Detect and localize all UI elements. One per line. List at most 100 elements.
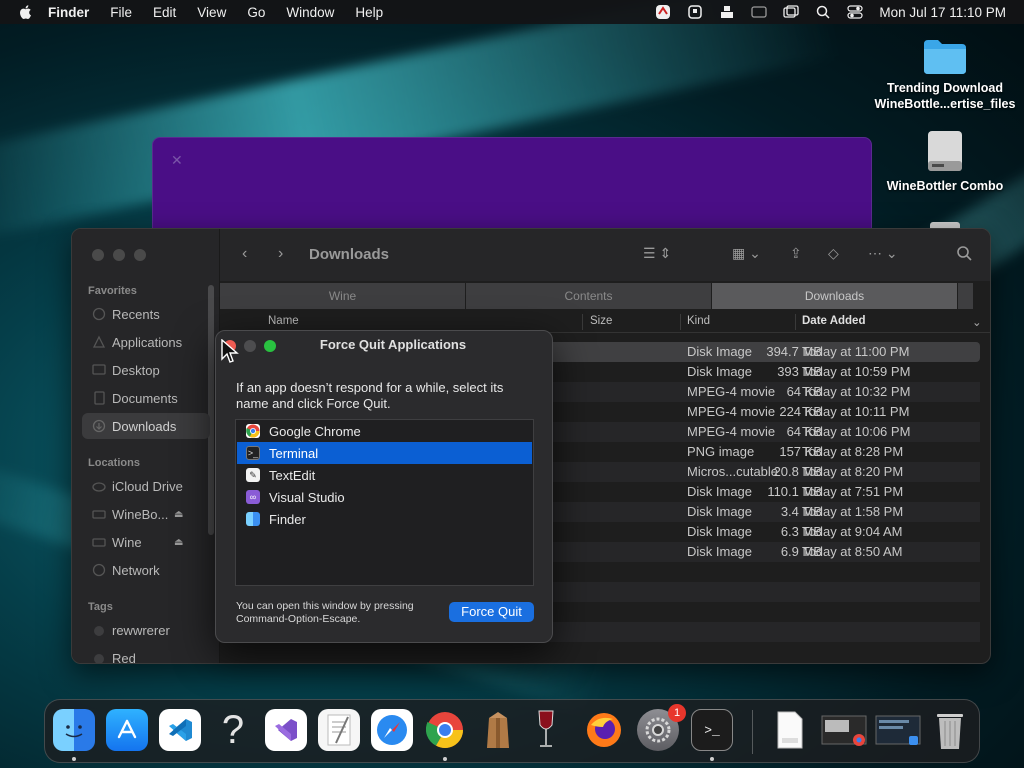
sidebar-item-icloud[interactable]: iCloud Drive (112, 479, 183, 494)
list-view-icon[interactable]: ☰ ⇕ (643, 245, 671, 262)
desktop-item-folder[interactable]: Trending Download WineBottle...ertise_fi… (870, 36, 1020, 112)
unknown-app-icon[interactable]: ? (212, 708, 254, 752)
visual-studio-icon[interactable] (265, 709, 307, 751)
control-center-icon[interactable] (847, 5, 864, 19)
eject-icon[interactable]: ⏏ (174, 509, 183, 520)
sidebar-item-applications[interactable]: Applications (112, 335, 182, 350)
display-icon[interactable] (687, 5, 703, 19)
app-list[interactable]: Google Chrome >_ Terminal ✎ TextEdit ∞ V… (235, 419, 534, 586)
menu-clock[interactable]: Mon Jul 17 11:10 PM (879, 5, 1006, 20)
column-divider[interactable] (795, 314, 796, 330)
path-bar: Wine Contents Downloads (220, 283, 974, 309)
sidebar-item-documents[interactable]: Documents (112, 391, 178, 406)
apple-menu-icon[interactable] (18, 4, 34, 20)
app-store-icon[interactable] (106, 709, 148, 751)
textedit-icon[interactable] (318, 709, 360, 751)
file-kind: MPEG-4 movie (687, 404, 776, 419)
dock-separator (752, 710, 753, 754)
chrome-icon[interactable] (424, 709, 466, 751)
app-name: Finder (269, 511, 306, 527)
path-segment[interactable]: Downloads (712, 283, 958, 309)
file-kind: Disk Image (687, 504, 753, 519)
wine-icon[interactable] (525, 709, 567, 751)
column-date-added[interactable]: Date Added (802, 315, 865, 327)
sidebar-item-tag-red[interactable]: Red (112, 651, 136, 663)
column-size[interactable]: Size (590, 315, 612, 327)
sidebar-item-network[interactable]: Network (112, 563, 160, 578)
list-item-visual-studio[interactable]: ∞ Visual Studio (237, 486, 532, 508)
list-item-textedit[interactable]: ✎ TextEdit (237, 464, 532, 486)
vscode-icon[interactable] (159, 709, 201, 751)
group-icon[interactable]: ▦ ⌄ (732, 245, 761, 262)
sidebar-item-tag[interactable]: rewwrerer (112, 623, 170, 638)
back-icon[interactable]: ‹ (242, 245, 247, 263)
sidebar-item-downloads[interactable]: Downloads (112, 419, 176, 434)
more-actions-icon[interactable]: ⋯ ⌄ (868, 245, 898, 262)
column-divider[interactable] (680, 314, 681, 330)
column-kind[interactable]: Kind (687, 315, 710, 327)
finder-icon (246, 512, 260, 526)
file-date: Today at 10:32 PM (802, 384, 911, 399)
menu-finder[interactable]: Finder (48, 5, 89, 20)
tag-icon[interactable]: ◇ (828, 245, 839, 262)
drive-icon (92, 535, 106, 549)
menu-window[interactable]: Window (286, 5, 334, 20)
share-icon[interactable] (719, 5, 735, 19)
file-kind: PNG image (687, 444, 755, 459)
downloads-icon (92, 419, 106, 433)
list-item-google-chrome[interactable]: Google Chrome (237, 420, 532, 442)
close-button[interactable] (92, 249, 104, 261)
menu-view[interactable]: View (197, 5, 226, 20)
app-status-icon[interactable] (655, 5, 671, 19)
path-add[interactable] (958, 283, 974, 309)
applications-icon (92, 335, 106, 349)
finder-icon[interactable] (53, 709, 95, 751)
sidebar-item-recents[interactable]: Recents (112, 307, 160, 322)
file-date: Today at 10:59 PM (802, 364, 911, 379)
column-divider[interactable] (582, 314, 583, 330)
search-icon[interactable] (956, 245, 972, 266)
share-icon[interactable]: ⇪ (790, 245, 802, 262)
firefox-icon[interactable] (583, 709, 625, 751)
safari-icon[interactable] (371, 709, 413, 751)
menu-edit[interactable]: Edit (153, 5, 176, 20)
path-segment[interactable]: Contents (466, 283, 712, 309)
archive-utility-icon[interactable] (477, 709, 519, 751)
file-kind: Disk Image (687, 544, 753, 559)
purple-window[interactable]: ✕ (152, 137, 872, 237)
list-item-finder[interactable]: Finder (237, 508, 532, 530)
window-icon[interactable] (783, 5, 800, 19)
close-icon[interactable]: ✕ (171, 152, 183, 169)
eject-icon[interactable]: ⏏ (174, 537, 183, 548)
finder-toolbar: ‹ › Downloads ☰ ⇕ ▦ ⌄ ⇪ ◇ ⋯ ⌄ (220, 229, 990, 281)
html-file-icon[interactable] (769, 709, 811, 751)
list-item-terminal[interactable]: >_ Terminal (237, 442, 532, 464)
terminal-icon[interactable]: >_ (691, 709, 733, 751)
running-indicator (710, 757, 714, 761)
search-icon[interactable] (815, 5, 831, 19)
forward-icon[interactable]: › (278, 245, 283, 263)
sidebar-item-wine[interactable]: Wine (112, 535, 142, 550)
menu-help[interactable]: Help (355, 5, 383, 20)
running-indicator (72, 757, 76, 761)
menu-go[interactable]: Go (247, 5, 265, 20)
trash-icon[interactable] (929, 709, 971, 751)
column-name[interactable]: Name (268, 315, 299, 327)
file-kind: Disk Image (687, 344, 753, 359)
screenshot-icon-2[interactable] (875, 709, 921, 751)
screen-mirror-icon[interactable] (751, 5, 768, 19)
sidebar-item-winebottler[interactable]: WineBo... (112, 507, 168, 522)
menu-file[interactable]: File (110, 5, 132, 20)
sort-chevron-icon[interactable]: ⌄ (972, 315, 982, 329)
zoom-button[interactable] (134, 249, 146, 261)
path-segment[interactable]: Wine (220, 283, 466, 309)
desktop-item-label: Trending Download (887, 81, 1003, 95)
desktop-item-disk-image[interactable]: WineBottler Combo (870, 128, 1020, 194)
screenshot-icon[interactable] (821, 709, 867, 751)
minimize-button[interactable] (113, 249, 125, 261)
chrome-icon (246, 424, 260, 438)
sidebar-scrollbar[interactable] (208, 285, 214, 535)
file-kind: Disk Image (687, 364, 753, 379)
sidebar-item-desktop[interactable]: Desktop (112, 363, 160, 378)
force-quit-button[interactable]: Force Quit (449, 602, 534, 622)
